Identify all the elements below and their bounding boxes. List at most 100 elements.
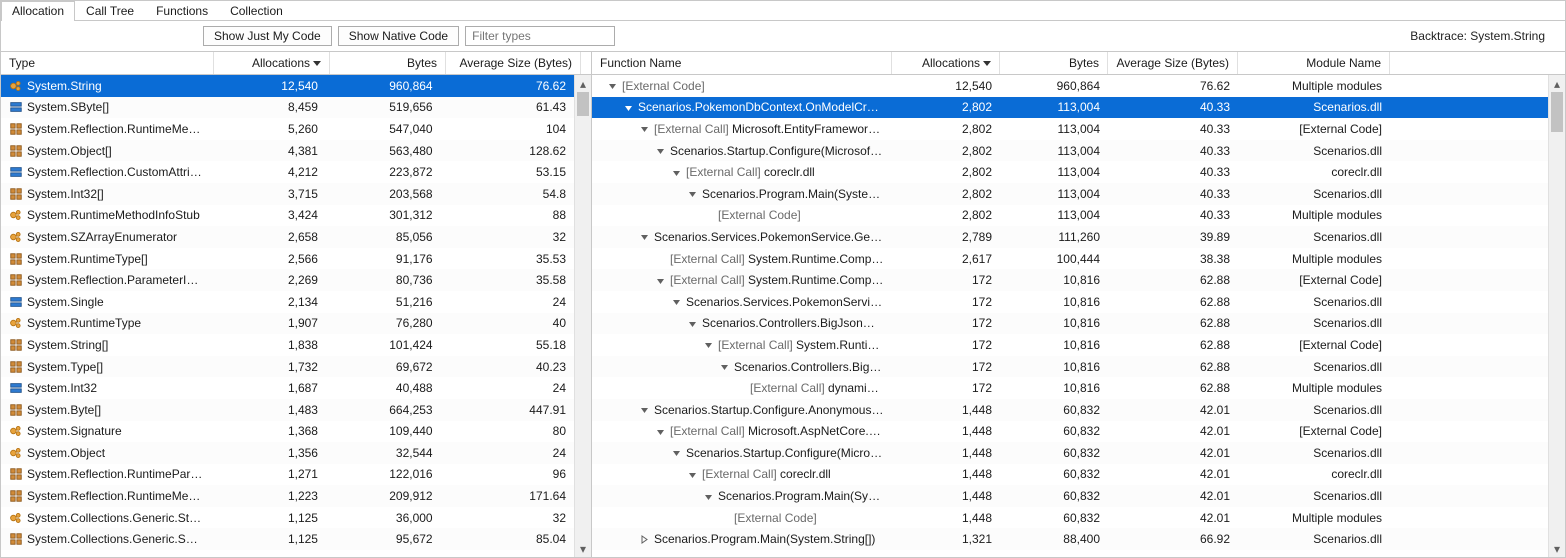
expander-icon[interactable] bbox=[606, 80, 618, 92]
type-row[interactable]: System.Signature1,368109,44080 bbox=[1, 421, 574, 443]
backtrace-row[interactable]: [External Code]1,44860,83242.01Multiple … bbox=[592, 507, 1548, 529]
type-row[interactable]: System.Reflection.RuntimePara…1,271122,0… bbox=[1, 464, 574, 486]
type-row[interactable]: System.Reflection.CustomAttrib…4,212223,… bbox=[1, 161, 574, 183]
types-body[interactable]: System.String12,540960,86476.62System.SB… bbox=[1, 75, 591, 557]
type-row[interactable]: System.Int32[]3,715203,56854.8 bbox=[1, 183, 574, 205]
avg-size-cell: 24 bbox=[441, 295, 574, 309]
backtrace-row[interactable]: [External Call] coreclr.dll2,802113,0044… bbox=[592, 161, 1548, 183]
expander-icon[interactable] bbox=[638, 533, 650, 545]
type-row[interactable]: System.Object[]4,381563,480128.62 bbox=[1, 140, 574, 162]
expander-icon[interactable] bbox=[702, 339, 714, 351]
backtrace-row[interactable]: Scenarios.Controllers.BigJsonOutputC…172… bbox=[592, 313, 1548, 335]
expander-icon[interactable] bbox=[702, 490, 714, 502]
expander-icon[interactable] bbox=[654, 145, 666, 157]
expander-icon[interactable] bbox=[670, 296, 682, 308]
scroll-down-icon[interactable]: ▾ bbox=[1549, 540, 1565, 557]
function-name: [External Call] System.Runtime.Com… bbox=[718, 338, 884, 352]
col-module-name[interactable]: Module Name bbox=[1238, 52, 1390, 74]
function-name: Scenarios.Services.PokemonService.GetPok… bbox=[654, 230, 884, 244]
expander-icon[interactable] bbox=[686, 188, 698, 200]
col-function-name[interactable]: Function Name bbox=[592, 52, 892, 74]
col-avg-size[interactable]: Average Size (Bytes) bbox=[1108, 52, 1238, 74]
expander-icon[interactable] bbox=[654, 274, 666, 286]
backtrace-row[interactable]: [External Call] dynamicClass.lam…17210,8… bbox=[592, 377, 1548, 399]
type-name: System.RuntimeType[] bbox=[27, 252, 148, 266]
expander-icon[interactable] bbox=[718, 512, 730, 524]
filter-types-input[interactable] bbox=[465, 26, 615, 46]
backtrace-row[interactable]: [External Call] Microsoft.EntityFramewor… bbox=[592, 118, 1548, 140]
col-avg-size[interactable]: Average Size (Bytes) bbox=[446, 52, 581, 74]
col-allocations[interactable]: Allocations bbox=[214, 52, 330, 74]
backtrace-row[interactable]: Scenarios.Program.Main(System.Stri…2,802… bbox=[592, 183, 1548, 205]
tab-call-tree[interactable]: Call Tree bbox=[75, 1, 145, 21]
type-row[interactable]: System.Collections.Generic.Stac…1,12536,… bbox=[1, 507, 574, 529]
scrollbar[interactable]: ▴ ▾ bbox=[574, 75, 591, 557]
backtrace-row[interactable]: [External Call] System.Runtime.Com…17210… bbox=[592, 334, 1548, 356]
show-my-code-button[interactable]: Show Just My Code bbox=[203, 26, 332, 46]
type-row[interactable]: System.RuntimeType1,90776,28040 bbox=[1, 313, 574, 335]
type-row[interactable]: System.String[]1,838101,42455.18 bbox=[1, 334, 574, 356]
bytes-cell: 111,260 bbox=[1000, 230, 1108, 244]
scroll-up-icon[interactable]: ▴ bbox=[1549, 75, 1565, 92]
expander-icon[interactable] bbox=[686, 317, 698, 329]
tab-functions[interactable]: Functions bbox=[145, 1, 219, 21]
expander-icon[interactable] bbox=[638, 404, 650, 416]
backtrace-row[interactable]: Scenarios.Startup.Configure.AnonymousMet… bbox=[592, 399, 1548, 421]
type-row[interactable]: System.Reflection.RuntimeMet…1,223209,91… bbox=[1, 485, 574, 507]
backtrace-row[interactable]: Scenarios.Controllers.BigJsonOutp…17210,… bbox=[592, 356, 1548, 378]
function-name: [External Code] bbox=[622, 79, 705, 93]
backtrace-row[interactable]: [External Call] System.Runtime.CompilerS… bbox=[592, 248, 1548, 270]
col-allocations[interactable]: Allocations bbox=[892, 52, 1000, 74]
backtrace-row[interactable]: Scenarios.Program.Main(System.String[])1… bbox=[592, 528, 1548, 550]
expander-icon[interactable] bbox=[622, 101, 634, 113]
type-row[interactable]: System.RuntimeMethodInfoStub3,424301,312… bbox=[1, 205, 574, 227]
expander-icon[interactable] bbox=[654, 425, 666, 437]
backtrace-row[interactable]: Scenarios.Services.PokemonService.GetP…1… bbox=[592, 291, 1548, 313]
col-type[interactable]: Type bbox=[1, 52, 214, 74]
tab-allocation[interactable]: Allocation bbox=[1, 1, 75, 21]
scroll-up-icon[interactable]: ▴ bbox=[575, 75, 591, 92]
backtrace-row[interactable]: [External Code]12,540960,86476.62Multipl… bbox=[592, 75, 1548, 97]
expander-icon[interactable] bbox=[670, 166, 682, 178]
type-row[interactable]: System.Reflection.ParameterInf…2,26980,7… bbox=[1, 269, 574, 291]
scroll-down-icon[interactable]: ▾ bbox=[575, 540, 591, 557]
backtrace-body[interactable]: [External Code]12,540960,86476.62Multipl… bbox=[592, 75, 1565, 557]
expander-icon[interactable] bbox=[638, 231, 650, 243]
type-row[interactable]: System.Type[]1,73269,67240.23 bbox=[1, 356, 574, 378]
bytes-cell: 209,912 bbox=[326, 489, 441, 503]
backtrace-row[interactable]: Scenarios.PokemonDbContext.OnModelCreat…… bbox=[592, 97, 1548, 119]
function-name: Scenarios.Startup.Configure(Microsoft.As… bbox=[686, 446, 884, 460]
avg-size-cell: 38.38 bbox=[1108, 252, 1238, 266]
tab-collection[interactable]: Collection bbox=[219, 1, 294, 21]
show-native-code-button[interactable]: Show Native Code bbox=[338, 26, 459, 46]
backtrace-row[interactable]: Scenarios.Services.PokemonService.GetPok… bbox=[592, 226, 1548, 248]
type-row[interactable]: System.RuntimeType[]2,56691,17635.53 bbox=[1, 248, 574, 270]
expander-icon[interactable] bbox=[734, 382, 746, 394]
type-row[interactable]: System.Byte[]1,483664,253447.91 bbox=[1, 399, 574, 421]
backtrace-row[interactable]: Scenarios.Startup.Configure(Microsoft.As… bbox=[592, 442, 1548, 464]
type-row[interactable]: System.SZArrayEnumerator2,65885,05632 bbox=[1, 226, 574, 248]
type-row[interactable]: System.Single2,13451,21624 bbox=[1, 291, 574, 313]
scrollbar[interactable]: ▴ ▾ bbox=[1548, 75, 1565, 557]
backtrace-row[interactable]: [External Call] System.Runtime.CompilerS… bbox=[592, 269, 1548, 291]
expander-icon[interactable] bbox=[686, 468, 698, 480]
expander-icon[interactable] bbox=[638, 123, 650, 135]
backtrace-row[interactable]: [External Call] Microsoft.AspNetCore.Bui… bbox=[592, 421, 1548, 443]
expander-icon[interactable] bbox=[670, 447, 682, 459]
col-bytes[interactable]: Bytes bbox=[330, 52, 446, 74]
type-row[interactable]: System.SByte[]8,459519,65661.43 bbox=[1, 97, 574, 119]
backtrace-row[interactable]: [External Code]2,802113,00440.33Multiple… bbox=[592, 205, 1548, 227]
backtrace-row[interactable]: Scenarios.Startup.Configure(Microsoft.As… bbox=[592, 140, 1548, 162]
type-row[interactable]: System.Object1,35632,54424 bbox=[1, 442, 574, 464]
type-row[interactable]: System.Int321,68740,48824 bbox=[1, 377, 574, 399]
type-name: System.RuntimeMethodInfoStub bbox=[27, 208, 200, 222]
type-row[interactable]: System.String12,540960,86476.62 bbox=[1, 75, 574, 97]
expander-icon[interactable] bbox=[702, 209, 714, 221]
expander-icon[interactable] bbox=[654, 253, 666, 265]
backtrace-row[interactable]: [External Call] coreclr.dll1,44860,83242… bbox=[592, 464, 1548, 486]
col-bytes[interactable]: Bytes bbox=[1000, 52, 1108, 74]
type-row[interactable]: System.Collections.Generic.Sort…1,12595,… bbox=[1, 528, 574, 550]
backtrace-row[interactable]: Scenarios.Program.Main(System.Stri…1,448… bbox=[592, 485, 1548, 507]
expander-icon[interactable] bbox=[718, 361, 730, 373]
type-row[interactable]: System.Reflection.RuntimeMet…5,260547,04… bbox=[1, 118, 574, 140]
